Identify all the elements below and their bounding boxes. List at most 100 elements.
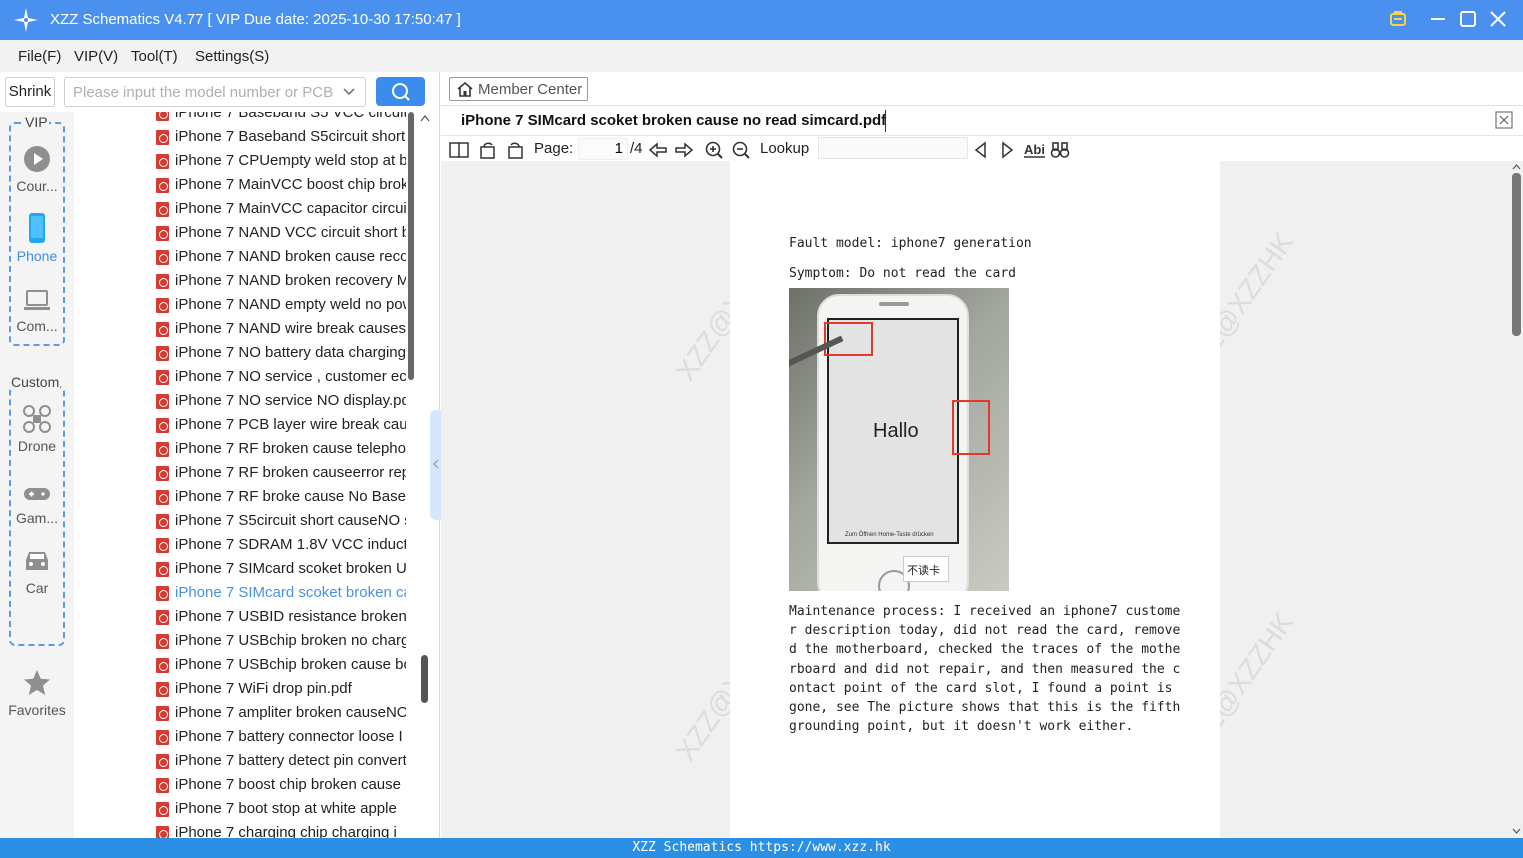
file-list-item[interactable]: iPhone 7 NAND empty weld no power [156, 294, 406, 318]
find-next-icon[interactable] [997, 140, 1017, 160]
file-name: iPhone 7 MainVCC capacitor circuit [175, 200, 406, 217]
file-list-item[interactable]: iPhone 7 SDRAM 1.8V VCC inductor [156, 534, 406, 558]
file-list-scrollbar[interactable] [406, 112, 416, 838]
maximize-icon[interactable] [1457, 8, 1479, 30]
file-list-item[interactable]: iPhone 7 boost chip broken cause [156, 774, 406, 798]
file-list-item[interactable]: iPhone 7 SIMcard scoket broken UI [156, 558, 406, 582]
next-page-icon[interactable] [674, 140, 694, 160]
search-input[interactable]: Please input the model number or PCB [64, 77, 366, 107]
file-list-item[interactable]: iPhone 7 RF broken cause telephone [156, 438, 406, 462]
zoom-in-icon[interactable] [704, 140, 724, 160]
car-icon [26, 552, 48, 570]
menu-tool[interactable]: Tool(T) [131, 48, 178, 65]
pdf-file-icon [156, 346, 169, 361]
category-courses[interactable]: Cour... [0, 144, 74, 194]
pdf-file-icon [156, 490, 169, 505]
menu-vip[interactable]: VIP(V) [74, 48, 118, 65]
file-list-item[interactable]: iPhone 7 Baseband S5 VCC circuit [156, 112, 406, 126]
category-sidebar: VIP Cour... Phone Com... Custom Drone Ga… [0, 112, 74, 838]
minimize-icon[interactable] [1427, 8, 1449, 30]
pdf-file-icon [156, 112, 169, 121]
doc-text-line: gone, see The picture shows that this is… [789, 700, 1181, 716]
file-list-item[interactable]: iPhone 7 NO service , customer ecc [156, 366, 406, 390]
status-bar: XZZ Schematics https://www.xzz.hk [0, 838, 1523, 858]
file-list-item[interactable]: iPhone 7 SIMcard scoket broken cause [156, 582, 406, 606]
file-list-item[interactable]: iPhone 7 USBchip broken cause boot [156, 654, 406, 678]
file-list-item[interactable]: iPhone 7 MainVCC boost chip broken [156, 174, 406, 198]
file-name: iPhone 7 ampliter broken causeNO [175, 704, 406, 721]
file-list-item[interactable]: iPhone 7 RF broke cause No Baseband [156, 486, 406, 510]
category-computer[interactable]: Com... [0, 288, 74, 334]
laptop-icon [24, 290, 50, 310]
file-list-item[interactable]: iPhone 7 S5circuit short causeNO service [156, 510, 406, 534]
app-logo-icon [14, 8, 38, 32]
pdf-file-icon [156, 274, 169, 289]
scroll-down-icon[interactable] [1512, 828, 1521, 835]
file-name: iPhone 7 SDRAM 1.8V VCC inductor [175, 536, 406, 553]
doc-maintenance-text: Maintenance process: I received an iphon… [789, 602, 1180, 736]
match-case-icon[interactable]: Abi [1023, 140, 1047, 160]
rotate-left-icon[interactable] [478, 140, 498, 160]
file-name: iPhone 7 USBID resistance broken [175, 608, 406, 625]
previous-page-icon[interactable] [648, 140, 668, 160]
file-list-item[interactable]: iPhone 7 NAND broken cause recovery [156, 246, 406, 270]
close-tab-icon[interactable] [1495, 111, 1513, 129]
doc-fault-line: Fault model: iphone7 generation [789, 236, 1032, 251]
lookup-input[interactable] [818, 137, 968, 159]
category-drone[interactable]: Drone [0, 404, 74, 454]
page-number-input[interactable]: 1 [578, 138, 628, 160]
file-list-item[interactable]: iPhone 7 NAND VCC circuit short broken [156, 222, 406, 246]
file-list-item[interactable]: iPhone 7 PCB layer wire break causes [156, 414, 406, 438]
vip-badge-icon[interactable] [1387, 8, 1409, 30]
category-phone[interactable]: Phone [0, 212, 74, 264]
scroll-up-icon[interactable] [420, 114, 430, 122]
menu-settings[interactable]: Settings(S) [195, 48, 269, 65]
tab-document[interactable]: iPhone 7 SIMcard scoket broken cause no … [461, 112, 886, 129]
file-list-item[interactable]: iPhone 7 USBID resistance broken [156, 606, 406, 630]
scroll-up-icon[interactable] [1512, 163, 1521, 170]
main-area: Member Center iPhone 7 SIMcard scoket br… [441, 72, 1523, 838]
file-list-item[interactable]: iPhone 7 WiFi drop pin.pdf [156, 678, 406, 702]
binoculars-icon[interactable] [1050, 140, 1070, 160]
file-list-item[interactable]: iPhone 7 NO service NO display.pdf [156, 390, 406, 414]
category-favorites[interactable]: Favorites [0, 668, 74, 718]
file-list-item[interactable]: iPhone 7 MainVCC capacitor circuit [156, 198, 406, 222]
file-list-item[interactable]: iPhone 7 boot stop at white apple [156, 798, 406, 822]
pdf-file-icon [156, 226, 169, 241]
file-name: iPhone 7 MainVCC boost chip broken [175, 176, 406, 193]
search-button[interactable] [376, 77, 425, 106]
file-name: iPhone 7 PCB layer wire break causes [175, 416, 406, 433]
pdf-file-icon [156, 466, 169, 481]
file-list-item[interactable]: iPhone 7 ampliter broken causeNO [156, 702, 406, 726]
play-circle-icon [24, 146, 50, 172]
chevron-down-icon[interactable] [341, 84, 357, 100]
viewer-scrollbar[interactable] [1510, 161, 1523, 838]
rotate-right-icon[interactable] [505, 140, 525, 160]
split-view-icon[interactable] [449, 140, 469, 160]
close-icon[interactable] [1487, 8, 1509, 30]
file-list-item[interactable]: iPhone 7 CPUempty weld stop at boot [156, 150, 406, 174]
shrink-button[interactable]: Shrink [5, 77, 55, 107]
find-previous-icon[interactable] [971, 140, 991, 160]
file-name: iPhone 7 CPUempty weld stop at boot [175, 152, 406, 169]
doc-text-line: ontact point of the card slot, I found a… [789, 680, 1173, 696]
file-list-item[interactable]: iPhone 7 battery connector loose I [156, 726, 406, 750]
zoom-out-icon[interactable] [731, 140, 751, 160]
file-name: iPhone 7 NAND broken cause recovery [175, 248, 406, 265]
pdf-file-icon [156, 802, 169, 817]
pdf-file-icon [156, 130, 169, 145]
menu-file[interactable]: File(F) [18, 48, 61, 65]
file-name: iPhone 7 NAND empty weld no power [175, 296, 406, 313]
file-list-item[interactable]: iPhone 7 NAND broken recovery Mode [156, 270, 406, 294]
file-list-item[interactable]: iPhone 7 charging chip charging i [156, 822, 406, 838]
category-car[interactable]: Car [0, 546, 74, 596]
file-list-item[interactable]: iPhone 7 Baseband S5circuit short [156, 126, 406, 150]
category-game[interactable]: Gam... [0, 482, 74, 526]
file-list-item[interactable]: iPhone 7 RF broken causeerror repair [156, 462, 406, 486]
file-list-item[interactable]: iPhone 7 battery detect pin convert [156, 750, 406, 774]
member-center-button[interactable]: Member Center [449, 77, 588, 101]
file-list-item[interactable]: iPhone 7 NAND wire break causes [156, 318, 406, 342]
file-list-item[interactable]: iPhone 7 USBchip broken no charge [156, 630, 406, 654]
pdf-viewer[interactable]: XZZ@XZZHK XZZ@XZZHK XZZ@XZZHK XZZ@XZZHK … [441, 161, 1523, 838]
file-list-item[interactable]: iPhone 7 NO battery data charging [156, 342, 406, 366]
